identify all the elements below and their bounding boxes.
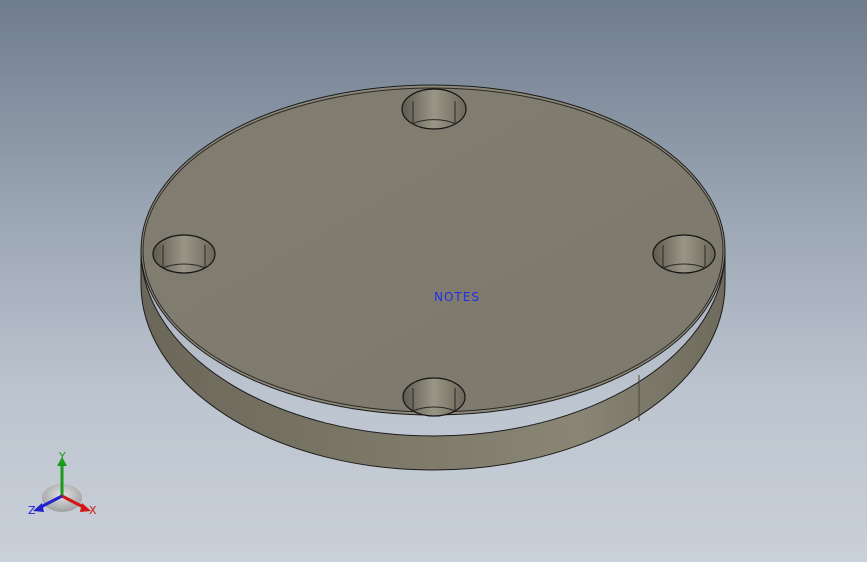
model-view[interactable] [0, 0, 867, 562]
y-axis-label: Y [59, 450, 66, 463]
bolt-hole-top[interactable] [401, 88, 467, 130]
z-axis-label: Z [28, 504, 36, 517]
bolt-hole-right[interactable] [652, 234, 716, 274]
bolt-hole-bottom[interactable] [402, 377, 466, 417]
graphics-viewport[interactable]: NOTES Y X Z [0, 0, 867, 562]
bolt-hole-left[interactable] [152, 234, 216, 274]
x-axis-label: X [89, 504, 97, 517]
reference-triad[interactable]: Y X Z [22, 448, 112, 528]
flange-top-face[interactable] [142, 87, 724, 413]
notes-annotation[interactable]: NOTES [434, 290, 480, 304]
